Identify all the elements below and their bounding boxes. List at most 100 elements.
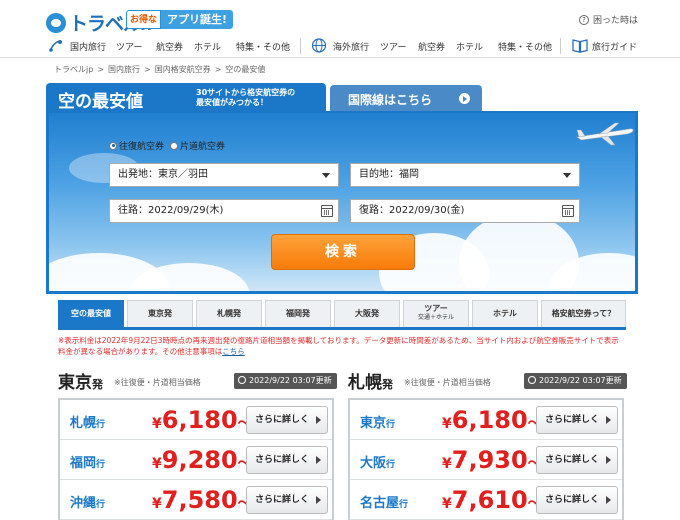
search-button[interactable]: 検索: [271, 234, 415, 270]
nav-overseas-hotel[interactable]: ホテル: [456, 40, 483, 53]
price-value: 9,280: [161, 446, 238, 474]
yen-sign: ¥: [442, 416, 452, 432]
nav-domestic-tour[interactable]: ツアー: [116, 40, 142, 53]
section-header-sapporo: 札幌発 ※往復便・片道相当価格 2022/9/22 03:07更新: [348, 368, 627, 393]
yen-sign: ¥: [152, 496, 162, 512]
tab-from-tokyo[interactable]: 東京発: [127, 300, 193, 327]
mascot-icon: [46, 12, 66, 33]
nav-travel-guide[interactable]: 旅行ガイド: [592, 40, 637, 53]
help-link[interactable]: ? 困った時は: [578, 13, 638, 26]
fare-price: ¥6,180〜: [152, 406, 252, 434]
category-tabs: 空の最安値 東京発 札幌発 福岡発 大阪発 ツアー 交通＋ホテル ホテル 格安航…: [58, 300, 626, 330]
fare-row: 沖縄行 ¥7,580〜 さらに詳しく: [60, 480, 332, 520]
tab-international[interactable]: 国際線はこちら: [330, 85, 482, 111]
details-button[interactable]: さらに詳しく: [536, 486, 618, 514]
nav-domestic[interactable]: 国内旅行: [70, 40, 106, 53]
origin-value: 出発地：東京／羽田: [118, 169, 208, 180]
fare-destination[interactable]: 名古屋行: [360, 492, 408, 511]
trip-type-options: 往復航空券 片道航空券: [109, 139, 225, 152]
app-badge-label: アプリ誕生!: [161, 10, 234, 29]
fare-price: ¥9,280〜: [152, 446, 252, 474]
outbound-date-field[interactable]: 往路：2022/09/29(木): [109, 199, 339, 223]
fare-list-tokyo: 札幌行 ¥6,180〜 さらに詳しく 福岡行 ¥9,280〜 さらに詳しく 沖縄…: [58, 398, 334, 520]
tab-lowest-fare[interactable]: 空の最安値: [58, 300, 124, 327]
details-button[interactable]: さらに詳しく: [246, 486, 328, 514]
breadcrumb-item[interactable]: 国内格安航空券: [155, 65, 211, 74]
fare-destination[interactable]: 福岡行: [70, 452, 105, 471]
calendar-icon[interactable]: [321, 205, 333, 217]
fare-destination[interactable]: 大阪行: [360, 452, 395, 471]
calendar-icon[interactable]: [562, 205, 574, 217]
return-date-field[interactable]: 復路：2022/09/30(金): [350, 199, 580, 223]
nav-domestic-hotel[interactable]: ホテル: [194, 40, 221, 53]
one-way-radio[interactable]: [170, 141, 179, 150]
fare-destination[interactable]: 札幌行: [70, 412, 105, 431]
tab-about-cheap-flights[interactable]: 格安航空券って？: [541, 300, 626, 327]
fare-price: ¥7,580〜: [152, 486, 252, 514]
tab-from-fukuoka[interactable]: 福岡発: [265, 300, 331, 327]
tab-from-osaka[interactable]: 大阪発: [334, 300, 400, 327]
section-note: ※往復便・片道相当価格: [404, 378, 491, 387]
breadcrumb-item[interactable]: 国内旅行: [108, 65, 140, 74]
app-promo-badge[interactable]: お得な アプリ誕生!: [126, 10, 234, 29]
clock-icon: [238, 376, 246, 384]
intl-tab-label: 国際線はこちら: [348, 93, 433, 107]
price-value: 7,580: [161, 486, 238, 514]
yen-sign: ¥: [442, 456, 452, 472]
nav-domestic-special[interactable]: 特集・その他: [236, 40, 290, 53]
search-panel: 往復航空券 片道航空券 出発地：東京／羽田 目的地：福岡 往路：2022/09/…: [46, 111, 638, 294]
tab-tour[interactable]: ツアー 交通＋ホテル: [403, 300, 469, 327]
tab-tour-sub: 交通＋ホテル: [417, 314, 454, 321]
domestic-travel-icon: [49, 40, 62, 52]
page: トラベル jp お得な アプリ誕生! ? 困った時は 国内旅行 ツアー 航空券 …: [0, 0, 680, 520]
city-name: 札幌: [348, 373, 382, 393]
destination-select[interactable]: 目的地：福岡: [350, 163, 580, 187]
help-label: 困った時は: [592, 16, 638, 26]
update-time: 2022/9/22 03:07更新: [249, 376, 332, 385]
clock-icon: [528, 376, 536, 384]
details-button[interactable]: さらに詳しく: [536, 406, 618, 434]
origin-select[interactable]: 出発地：東京／羽田: [109, 163, 339, 187]
app-badge-small: お得な: [126, 10, 162, 29]
notice-text: ※表示料金は2022年9月22日3時時点の再来週出発の復路片道相当額を掲載してお…: [58, 336, 619, 356]
globe-icon: [311, 38, 327, 53]
arrow-circle-icon: [459, 93, 470, 104]
fare-destination[interactable]: 東京行: [360, 412, 395, 431]
price-notice: ※表示料金は2022年9月22日3時時点の再来週出発の復路片道相当額を掲載してお…: [58, 335, 626, 357]
details-button[interactable]: さらに詳しく: [246, 446, 328, 474]
notice-link[interactable]: こちら: [222, 347, 245, 356]
outbound-date-value: 往路：2022/09/29(木): [118, 205, 224, 216]
tagline-line-1: 30サイトから格安航空券の: [196, 88, 296, 97]
fare-row: 札幌行 ¥6,180〜 さらに詳しく: [60, 400, 332, 440]
round-trip-radio[interactable]: [109, 141, 117, 150]
destination-suffix: 行: [386, 420, 396, 430]
breadcrumb-current: 空の最安値: [225, 65, 266, 74]
nav-divider: [300, 38, 301, 54]
details-button[interactable]: さらに詳しく: [536, 446, 618, 474]
destination-suffix: 行: [399, 500, 409, 510]
nav-domestic-air[interactable]: 航空券: [156, 40, 183, 53]
return-date-value: 復路：2022/09/30(金): [359, 205, 465, 216]
destination-name: 大阪: [360, 456, 387, 471]
tagline-line-2: 最安値がみつかる！: [196, 98, 268, 107]
breadcrumb: トラベルjp > 国内旅行 > 国内格安航空券 > 空の最安値: [54, 65, 266, 74]
destination-name: 福岡: [70, 456, 97, 471]
round-trip-label[interactable]: 往復航空券: [119, 139, 164, 152]
details-button[interactable]: さらに詳しく: [246, 406, 328, 434]
breadcrumb-item[interactable]: トラベルjp: [54, 65, 93, 74]
tab-from-sapporo[interactable]: 札幌発: [196, 300, 262, 327]
nav-overseas-special[interactable]: 特集・その他: [498, 40, 552, 53]
help-icon: ?: [578, 14, 589, 25]
fare-destination[interactable]: 沖縄行: [70, 492, 105, 511]
one-way-label[interactable]: 片道航空券: [180, 139, 225, 152]
nav-divider: [560, 38, 561, 54]
tab-tour-label: ツアー: [424, 304, 448, 313]
nav-overseas-tour[interactable]: ツアー: [380, 40, 406, 53]
nav-overseas-air[interactable]: 航空券: [418, 40, 445, 53]
search-tab-title: 空の最安値: [58, 92, 143, 112]
fare-price: ¥7,930〜: [442, 446, 542, 474]
nav-overseas[interactable]: 海外旅行: [333, 40, 369, 53]
destination-name: 名古屋: [360, 496, 400, 511]
tab-domestic-lowest-fare[interactable]: 空の最安値 30サイトから格安航空券の 最安値がみつかる！: [46, 83, 326, 112]
tab-hotel[interactable]: ホテル: [472, 300, 538, 327]
